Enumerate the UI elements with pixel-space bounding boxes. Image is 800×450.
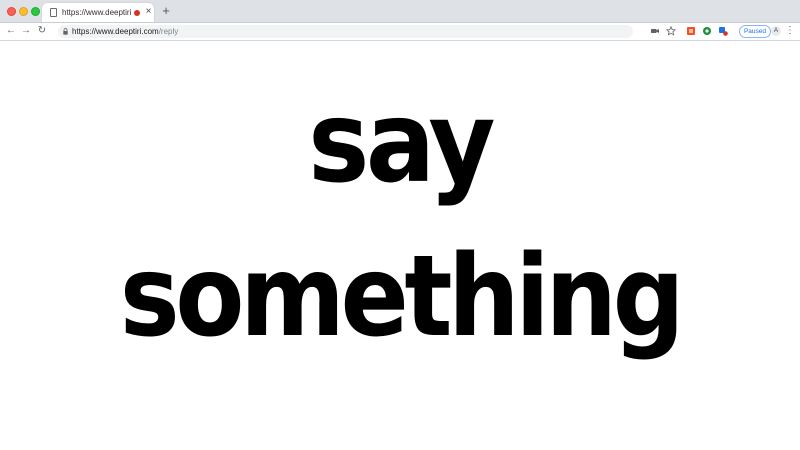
- extension-orange-icon[interactable]: [686, 26, 696, 36]
- url-host: https://www.deeptiri.com: [72, 27, 159, 36]
- minimize-window-button[interactable]: [19, 7, 28, 16]
- tab-strip: https://www.deeptiri.com/ × +: [0, 0, 800, 23]
- camera-icon[interactable]: [650, 26, 660, 36]
- profile-avatar[interactable]: A: [771, 26, 781, 36]
- profile-status-badge[interactable]: Paused: [739, 25, 771, 38]
- headline-say: say: [308, 78, 496, 208]
- tab-title: https://www.deeptiri.com/: [62, 8, 132, 17]
- browser-toolbar: ← → ↻ https://www.deeptiri.com/reply Pau…: [0, 23, 800, 41]
- recording-indicator-icon: [134, 10, 140, 16]
- url-path: /reply: [158, 27, 179, 36]
- browser-window: https://www.deeptiri.com/ × + ← → ↻ http…: [0, 0, 800, 450]
- extension-green-icon[interactable]: [702, 26, 712, 36]
- new-tab-button[interactable]: +: [160, 4, 172, 17]
- url-text: https://www.deeptiri.com/reply: [72, 25, 178, 38]
- close-tab-button[interactable]: ×: [144, 6, 153, 18]
- address-bar[interactable]: https://www.deeptiri.com/reply: [58, 25, 633, 38]
- headline-something: something: [119, 232, 685, 362]
- browser-tab[interactable]: https://www.deeptiri.com/ ×: [42, 3, 154, 22]
- extension-blue-icon[interactable]: [718, 26, 728, 36]
- reload-button[interactable]: ↻: [36, 24, 48, 38]
- back-button[interactable]: ←: [5, 24, 17, 38]
- close-window-button[interactable]: [7, 7, 16, 16]
- maximize-window-button[interactable]: [31, 7, 40, 16]
- browser-menu-button[interactable]: ⋮: [785, 24, 795, 38]
- forward-button[interactable]: →: [20, 24, 32, 38]
- star-icon[interactable]: [666, 26, 676, 36]
- page-content: say something: [0, 41, 800, 450]
- page-icon: [50, 8, 57, 17]
- lock-icon: [63, 28, 68, 35]
